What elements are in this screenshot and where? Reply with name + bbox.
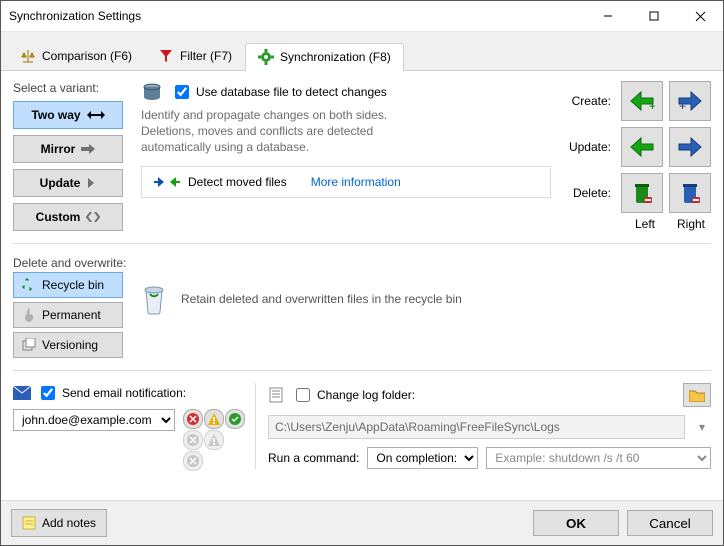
update-right-button[interactable] (669, 127, 711, 167)
delete-right-button[interactable] (669, 173, 711, 213)
tab-label: Comparison (F6) (42, 49, 132, 63)
flame-icon (22, 308, 36, 322)
scale-icon (20, 48, 36, 64)
run-command-input[interactable]: Example: shutdown /s /t 60 (486, 447, 711, 469)
email-on-error-disabled[interactable] (183, 430, 203, 450)
change-log-folder-checkbox[interactable]: Change log folder: (292, 385, 415, 405)
delete-overwrite-section: Delete and overwrite: Recycle bin Perman… (13, 256, 711, 358)
tab-filter[interactable]: Filter (F7) (145, 42, 245, 70)
update-left-button[interactable] (621, 127, 663, 167)
delete-option-list: Recycle bin Permanent Versioning (13, 272, 123, 358)
tab-bar: Comparison (F6) Filter (F7) Synchronizat… (1, 32, 723, 71)
right-column-label: Right (671, 217, 711, 231)
delete-left-button[interactable] (621, 173, 663, 213)
variant-description: Identify and propagate changes on both s… (141, 107, 401, 156)
svg-text:+: + (649, 99, 655, 112)
change-log-folder-checkbox-input[interactable] (296, 388, 310, 402)
dropdown-icon[interactable]: ▾ (693, 420, 711, 434)
arrow-right-icon (81, 144, 95, 154)
email-on-warning-disabled[interactable] (204, 430, 224, 450)
tab-synchronization[interactable]: Synchronization (F8) (245, 43, 404, 71)
add-notes-button[interactable]: Add notes (11, 509, 107, 537)
note-icon (22, 516, 36, 530)
email-on-error-disabled-2[interactable] (183, 451, 203, 471)
recycle-icon (22, 278, 36, 292)
dialog-body: Select a variant: Two way Mirror Update (1, 71, 723, 500)
tab-label: Synchronization (F8) (280, 50, 391, 64)
minimize-button[interactable] (585, 1, 631, 31)
maximize-button[interactable] (631, 1, 677, 31)
use-database-checkbox-input[interactable] (175, 85, 189, 99)
email-condition-grid (183, 409, 243, 469)
variant-section: Select a variant: Two way Mirror Update (13, 81, 711, 231)
variant-heading: Select a variant: (13, 81, 123, 95)
delete-versioning-button[interactable]: Versioning (13, 332, 123, 358)
delete-description: Retain deleted and overwritten files in … (181, 292, 462, 306)
delete-recycle-button[interactable]: Recycle bin (13, 272, 123, 298)
tab-comparison[interactable]: Comparison (F6) (7, 42, 145, 70)
email-checkbox[interactable]: Send email notification: (37, 383, 186, 403)
email-address-select[interactable]: john.doe@example.com (13, 409, 175, 431)
lower-section: Send email notification: john.doe@exampl… (13, 383, 711, 469)
use-database-checkbox[interactable]: Use database file to detect changes (171, 82, 387, 102)
chevron-right-icon (86, 178, 96, 188)
action-grid: Create: + + Update: Delete: (569, 81, 711, 213)
delete-heading: Delete and overwrite: (13, 256, 711, 270)
variant-mirror[interactable]: Mirror (13, 135, 123, 163)
variant-two-way[interactable]: Two way (13, 101, 123, 129)
create-label: Create: (569, 94, 615, 108)
database-column: Use database file to detect changes Iden… (141, 81, 551, 198)
email-checkbox-input[interactable] (41, 386, 55, 400)
recycle-bin-icon (139, 282, 169, 316)
svg-text:+: + (679, 99, 686, 112)
detect-moved-box: Detect moved files More information (141, 166, 551, 198)
detect-moved-label: Detect moved files (188, 175, 287, 189)
run-command-when-select[interactable]: On completion: (367, 447, 478, 469)
create-right-button[interactable]: + (669, 81, 711, 121)
email-on-success-button[interactable] (225, 409, 245, 429)
versioning-icon (22, 338, 36, 352)
cancel-button[interactable]: Cancel (627, 510, 713, 536)
log-folder-path: C:\Users\Zenju\AppData\Roaming\FreeFileS… (268, 415, 685, 439)
ok-button[interactable]: OK (533, 510, 619, 536)
variant-update[interactable]: Update (13, 169, 123, 197)
envelope-icon (13, 386, 31, 400)
email-on-error-button[interactable] (183, 409, 203, 429)
sync-settings-window: Synchronization Settings Comparison (F6)… (0, 0, 724, 546)
close-button[interactable] (677, 1, 723, 31)
two-way-arrow-icon (87, 110, 105, 120)
gear-icon (258, 49, 274, 65)
run-command-label: Run a command: (268, 451, 359, 465)
create-left-button[interactable]: + (621, 81, 663, 121)
variant-custom[interactable]: Custom (13, 203, 123, 231)
delete-label: Delete: (569, 186, 615, 200)
left-column-label: Left (625, 217, 665, 231)
more-information-link[interactable]: More information (311, 175, 401, 189)
variant-list: Two way Mirror Update Custom (13, 101, 123, 231)
database-icon (141, 81, 163, 103)
funnel-icon (158, 48, 174, 64)
window-title: Synchronization Settings (9, 9, 585, 23)
code-icon (86, 212, 100, 222)
titlebar: Synchronization Settings (1, 1, 723, 32)
tab-label: Filter (F7) (180, 49, 232, 63)
arrows-left-right-icon (154, 175, 180, 189)
email-on-warning-button[interactable] (204, 409, 224, 429)
browse-log-folder-button[interactable] (683, 383, 711, 407)
update-label: Update: (569, 140, 615, 154)
delete-permanent-button[interactable]: Permanent (13, 302, 123, 328)
dialog-footer: Add notes OK Cancel (1, 500, 723, 545)
log-icon (268, 387, 284, 403)
